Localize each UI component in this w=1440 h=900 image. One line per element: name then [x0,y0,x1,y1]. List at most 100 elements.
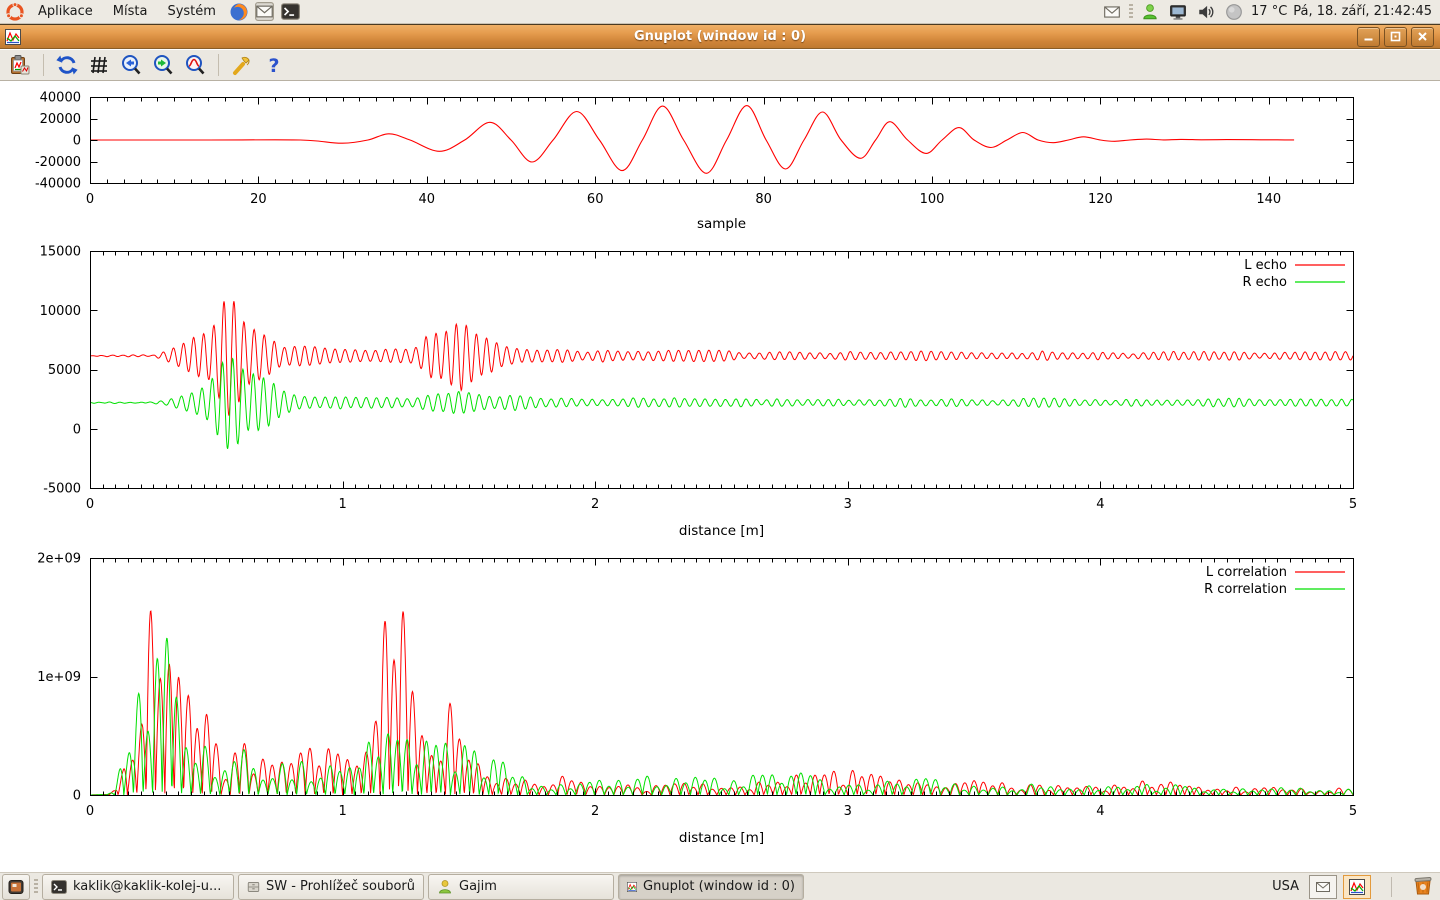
tick-label: 2 [591,497,599,512]
grid-button[interactable] [85,52,113,78]
tick-label: 1 [338,804,346,819]
tick-label: 140 [1256,192,1281,207]
plot-2-series [90,301,1353,449]
task-file-manager[interactable]: SW - Prohlížeč souborů [238,874,424,900]
tick-label: 0 [73,134,81,149]
plots-svg: 020406080100120140-40000-200000200004000… [0,81,1440,872]
tick-label: 1 [338,497,346,512]
plot-1-labels: 020406080100120140-40000-200000200004000… [35,91,1281,233]
gnuplot-icon [627,879,637,895]
tick-label: 15000 [40,245,81,260]
plot-3-axes [91,559,1354,796]
series-path [90,611,1353,795]
terminal-icon [51,879,67,895]
temperature-label: 17 °C [1251,4,1287,19]
notification-area-handle [1129,4,1133,20]
close-button[interactable] [1411,27,1434,47]
tick-label: -5000 [43,482,81,497]
series-path [90,106,1294,174]
tick-label: 5 [1349,497,1357,512]
panel-right: 17 °C Pá, 18. září, 21:42:45 [1101,1,1440,23]
file-manager-icon [247,879,260,895]
tick-label: 2 [591,804,599,819]
tick-label: 100 [920,192,945,207]
tick-label: 0 [86,192,94,207]
zoom-next-button[interactable] [149,52,177,78]
options-button[interactable] [228,52,256,78]
tick-label: 2e+09 [37,552,81,567]
series-path [90,301,1353,416]
legend-label: R correlation [1204,582,1287,597]
task-label: kaklik@kaklik-kolej-u... [73,879,221,894]
trash-icon[interactable] [1412,874,1434,900]
plot-1-series [90,106,1294,174]
mail-launcher-icon[interactable] [254,1,276,23]
task-terminal[interactable]: kaklik@kaklik-kolej-u... [42,874,234,900]
notification-tray: USA [1272,874,1440,900]
plot-1-axes [91,98,1354,184]
autoscale-button[interactable] [181,52,209,78]
legend-label: L echo [1244,258,1287,273]
toolbar-separator [43,54,44,76]
gnuplot-canvas[interactable]: 020406080100120140-40000-200000200004000… [0,81,1440,872]
tick-label: 10000 [40,304,81,319]
titlebar[interactable]: Gnuplot (window id : 0) [0,24,1440,49]
tick-label: -40000 [35,177,81,192]
tasklist-handle [34,879,38,895]
zoom-previous-button[interactable] [117,52,145,78]
menu-applications[interactable]: Aplikace [30,2,101,21]
tick-label: 5000 [48,363,81,378]
task-gnuplot[interactable]: Gnuplot (window id : 0) [618,874,804,900]
tick-label: 4 [1096,804,1104,819]
desktop: Aplikace Místa Systém [0,0,1440,900]
tick-label: 120 [1088,192,1113,207]
legend-label: L correlation [1206,565,1287,580]
tick-label: 20000 [40,112,81,127]
volume-icon[interactable] [1195,1,1217,23]
help-button[interactable]: ? [260,52,288,78]
plot-3-series [90,611,1353,795]
plot-3-labels: 01234501e+092e+09distance [m]L correlati… [37,552,1357,847]
firefox-launcher-icon[interactable] [228,1,250,23]
axis-label: distance [m] [679,523,764,539]
tick-label: 40 [419,192,436,207]
mail-tray-icon[interactable] [1309,875,1337,899]
ubuntu-menu-icon[interactable] [4,1,26,23]
keyboard-layout-indicator[interactable]: USA [1272,879,1299,894]
top-panel: Aplikace Místa Systém [0,0,1440,24]
axis-label: distance [m] [679,830,764,846]
maximize-button[interactable] [1384,27,1407,47]
plot-2-axes [91,252,1354,489]
window-title: Gnuplot (window id : 0) [0,29,1440,44]
tick-label: 0 [73,422,81,437]
minimize-button[interactable] [1357,27,1380,47]
remote-desktop-icon[interactable] [1167,1,1189,23]
tick-label: 0 [86,497,94,512]
gajim-status-icon[interactable] [1139,1,1161,23]
mail-notification-icon[interactable] [1101,1,1123,23]
toolbar: ? [0,50,1440,81]
series-path [90,359,1353,449]
tick-label: 20 [250,192,267,207]
menu-places[interactable]: Místa [105,2,156,21]
panel-clock[interactable]: Pá, 18. září, 21:42:45 [1293,4,1432,19]
weather-icon[interactable] [1223,1,1245,23]
plot-2-labels: 012345-5000050001000015000distance [m]L … [40,245,1358,540]
gajim-icon [437,879,453,895]
show-desktop-button[interactable] [2,874,30,900]
menu-system[interactable]: Systém [159,2,223,21]
terminal-launcher-icon[interactable] [280,1,302,23]
task-label: SW - Prohlížeč souborů [266,879,415,894]
copy-to-clipboard-button[interactable] [6,52,34,78]
task-gajim[interactable]: Gajim [428,874,614,900]
tick-label: 3 [844,804,852,819]
toolbar-separator [218,54,219,76]
legend-label: R echo [1242,275,1287,290]
tick-label: -20000 [35,155,81,170]
taskbar: kaklik@kaklik-kolej-u... SW - Prohlížeč … [0,872,1440,900]
refresh-button[interactable] [53,52,81,78]
tick-label: 0 [73,789,81,804]
tick-label: 0 [86,804,94,819]
tray-separator [1391,877,1392,897]
gnuplot-tray-icon[interactable] [1343,875,1371,899]
